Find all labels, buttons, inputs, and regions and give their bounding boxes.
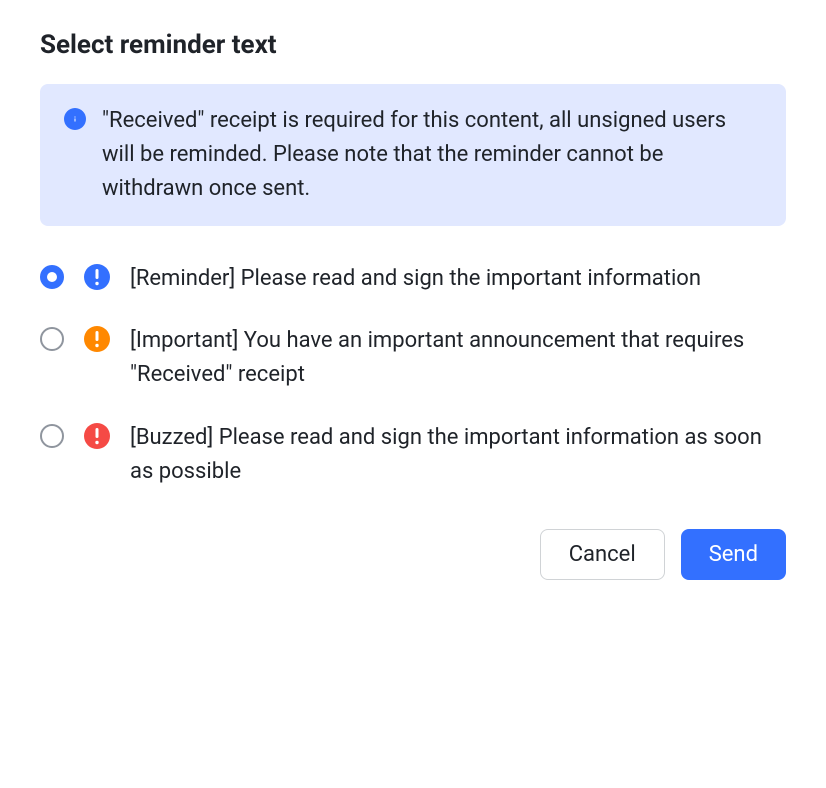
exclamation-icon [84,264,110,290]
radio-button[interactable] [40,265,64,289]
reminder-option-label: [Important] You have an important announ… [130,324,786,392]
radio-button[interactable] [40,424,64,448]
info-banner-text: "Received" receipt is required for this … [102,104,762,206]
info-banner: "Received" receipt is required for this … [40,84,786,226]
reminder-option-label: [Buzzed] Please read and sign the import… [130,421,786,489]
exclamation-icon [84,423,110,449]
reminder-option[interactable]: [Important] You have an important announ… [40,324,786,392]
reminder-options: [Reminder] Please read and sign the impo… [40,262,786,488]
page-title: Select reminder text [40,30,786,60]
reminder-option-label: [Reminder] Please read and sign the impo… [130,262,786,296]
info-icon [64,108,86,130]
reminder-option[interactable]: [Buzzed] Please read and sign the import… [40,421,786,489]
exclamation-icon [84,326,110,352]
info-icon-wrapper [64,108,86,130]
send-button[interactable]: Send [681,529,786,580]
radio-button[interactable] [40,327,64,351]
reminder-option[interactable]: [Reminder] Please read and sign the impo… [40,262,786,296]
dialog-footer: Cancel Send [40,529,786,580]
cancel-button[interactable]: Cancel [540,529,665,580]
